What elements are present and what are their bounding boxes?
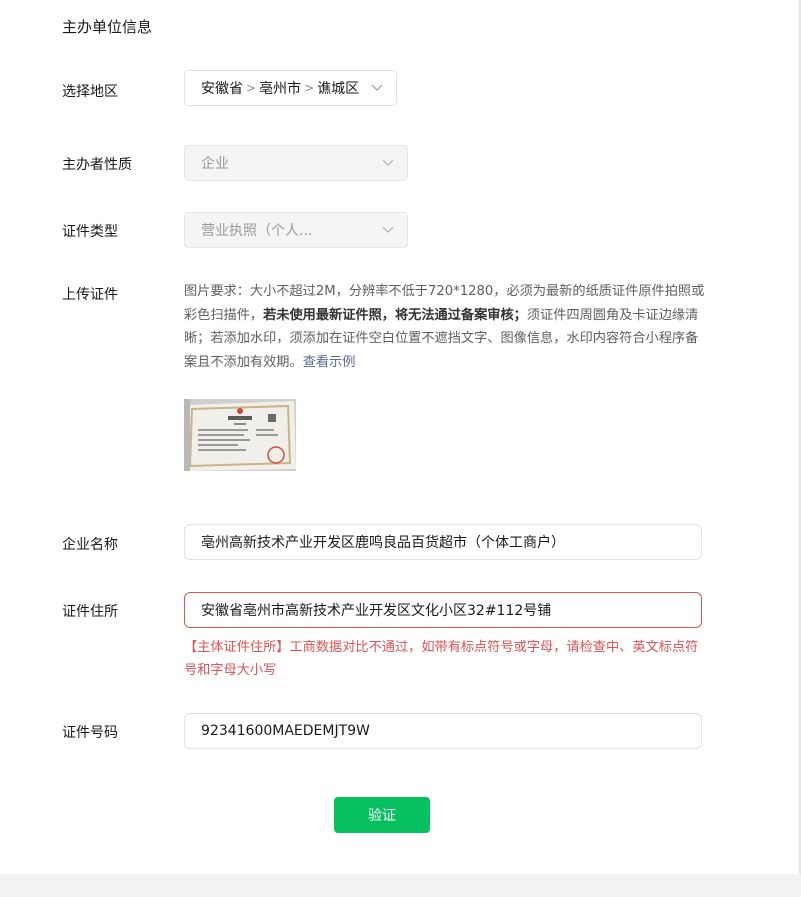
cert-number-label: 证件号码	[62, 725, 118, 741]
upload-requirements: 图片要求：大小不超过2M，分辨率不低于720*1280，必须为最新的纸质证件原件…	[184, 280, 706, 374]
organizer-type-select: 企业	[184, 145, 408, 181]
cert-type-value: 营业执照（个人...	[201, 223, 313, 239]
license-image	[184, 399, 296, 471]
region-district: 谯城区	[317, 81, 360, 97]
upload-label: 上传证件	[62, 287, 118, 303]
verify-button[interactable]: 验证	[334, 797, 430, 833]
company-name-label: 企业名称	[62, 537, 118, 553]
cert-number-input[interactable]	[184, 713, 702, 749]
region-city: 亳州市	[259, 81, 302, 97]
cert-type-select: 营业执照（个人...	[184, 212, 408, 248]
chevron-down-icon	[370, 81, 384, 95]
region-province: 安徽省	[201, 81, 243, 97]
view-example-link[interactable]: 查看示例	[303, 355, 356, 370]
company-name-input[interactable]	[184, 524, 702, 560]
region-label: 选择地区	[62, 84, 118, 100]
region-select[interactable]: 安徽省 > 亳州市 > 谯城区	[184, 70, 397, 106]
organizer-type-label: 主办者性质	[62, 157, 132, 173]
cert-type-label: 证件类型	[62, 224, 118, 240]
chevron-down-icon	[381, 156, 395, 170]
cert-address-error: 【主体证件住所】工商数据对比不通过，如带有标点符号或字母，请检查中、英文标点符号…	[184, 640, 699, 678]
section-title: 主办单位信息	[62, 18, 153, 36]
cert-address-input[interactable]	[184, 592, 702, 628]
region-separator: >	[246, 81, 257, 95]
region-separator: >	[304, 81, 315, 95]
cert-address-label: 证件住所	[62, 604, 118, 620]
chevron-down-icon	[381, 223, 395, 237]
footer-band	[0, 874, 801, 897]
upload-note-warning: 若未使用最新证件照，将无法通过备案审核；	[263, 307, 527, 323]
organizer-type-value: 企业	[201, 156, 229, 172]
uploaded-license-thumbnail[interactable]	[184, 399, 296, 471]
